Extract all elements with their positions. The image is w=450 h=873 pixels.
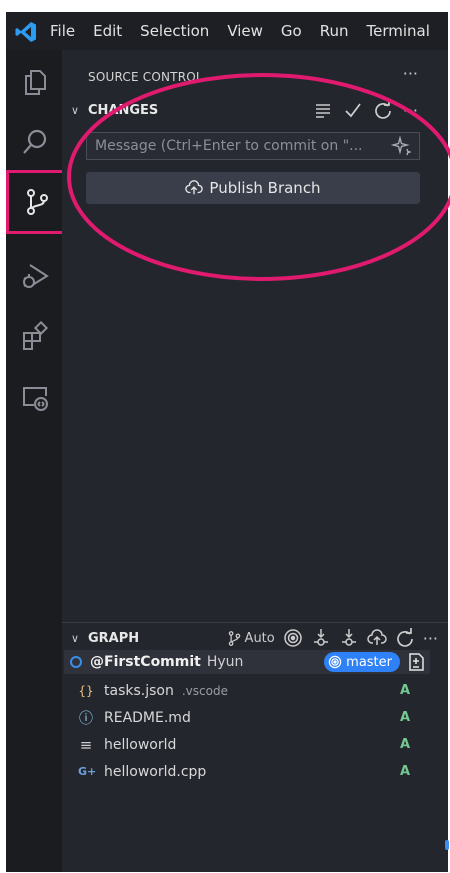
file-name: README.md [104, 710, 191, 726]
menu-run[interactable]: Run [320, 22, 349, 40]
refresh-icon[interactable] [395, 628, 415, 648]
publish-branch-button[interactable]: Publish Branch [86, 172, 420, 204]
text-file-icon: ≡ [79, 735, 93, 754]
info-file-icon: ⓘ [79, 710, 93, 727]
fetch-icon[interactable] [311, 628, 331, 648]
commit-message-input[interactable]: Message (Ctrl+Enter to commit on "... [86, 132, 420, 160]
file-status: A [399, 737, 410, 752]
remote-explorer-icon[interactable] [15, 378, 55, 418]
explorer-icon[interactable] [15, 62, 55, 102]
source-control-icon[interactable] [6, 170, 68, 234]
auto-branch-toggle[interactable]: Auto [226, 630, 275, 647]
graph-title: GRAPH [88, 630, 140, 646]
file-name: helloworld [104, 737, 176, 753]
title-bar: File Edit Selection View Go Run Terminal [6, 12, 448, 50]
commit-author: Hyun [206, 654, 244, 670]
menu-selection[interactable]: Selection [140, 22, 209, 40]
graph-file-row[interactable]: {} tasks.json .vscode A [62, 677, 428, 704]
graph-actions: Auto ··· [226, 626, 438, 650]
file-name: helloworld.cpp [104, 764, 206, 780]
vscode-window: File Edit Selection View Go Run Terminal [6, 12, 449, 872]
target-icon [328, 655, 342, 669]
file-name-text: helloworld.cpp [104, 763, 207, 780]
file-name: tasks.json .vscode [104, 683, 228, 699]
changes-title: CHANGES [88, 102, 159, 118]
sparkle-icon[interactable] [391, 136, 411, 156]
scrollbar-indicator[interactable] [445, 840, 449, 850]
cloud-upload-icon[interactable] [366, 628, 387, 648]
commit-message: @FirstCommit [90, 654, 201, 670]
menu-bar: File Edit Selection View Go Run Terminal [50, 12, 448, 50]
run-debug-icon[interactable] [15, 256, 55, 296]
graph-section-header[interactable]: ∨ GRAPH Auto ··· [62, 626, 448, 650]
changes-more-actions-icon[interactable]: ··· [403, 101, 418, 120]
file-name-text: README.md [104, 709, 191, 726]
target-icon[interactable] [283, 628, 303, 648]
branch-icon [228, 630, 240, 646]
file-status: A [399, 710, 410, 725]
source-control-panel: SOURCE CONTROL ··· ∨ CHANGES ··· Message… [62, 50, 448, 872]
graph-file-row[interactable]: G+ helloworld.cpp A [62, 758, 428, 785]
chevron-down-icon: ∨ [70, 631, 80, 645]
commit-row[interactable]: @FirstCommit Hyun master [64, 650, 430, 674]
commit-node-icon [70, 656, 82, 668]
commit-check-icon[interactable] [343, 100, 363, 120]
file-status: A [399, 683, 410, 698]
menu-view[interactable]: View [227, 22, 263, 40]
activity-bar [6, 50, 68, 872]
json-file-icon: {} [78, 683, 94, 698]
menu-edit[interactable]: Edit [93, 22, 122, 40]
graph-file-row[interactable]: ⓘ README.md A [62, 704, 428, 731]
chevron-down-icon: ∨ [70, 103, 80, 117]
file-name-text: helloworld [104, 736, 177, 753]
panel-title: SOURCE CONTROL [88, 70, 203, 84]
refresh-icon[interactable] [373, 100, 393, 120]
branch-badge[interactable]: master [324, 652, 400, 672]
cpp-file-icon: G+ [78, 765, 97, 778]
panel-more-actions-icon[interactable]: ··· [403, 64, 418, 83]
pull-icon[interactable] [339, 628, 359, 648]
file-status: A [399, 764, 410, 779]
file-name-text: tasks.json [104, 682, 174, 699]
menu-file[interactable]: File [50, 22, 75, 40]
cloud-upload-icon [185, 180, 204, 195]
publish-branch-label: Publish Branch [209, 179, 321, 197]
extensions-icon[interactable] [15, 316, 55, 356]
branch-name: master [346, 654, 392, 670]
file-dir: .vscode [181, 683, 228, 698]
view-as-list-icon[interactable] [313, 100, 333, 120]
commit-message-placeholder: Message (Ctrl+Enter to commit on "... [95, 138, 363, 154]
menu-terminal[interactable]: Terminal [367, 22, 430, 40]
menu-go[interactable]: Go [281, 22, 302, 40]
vscode-logo-icon [15, 22, 36, 42]
search-icon[interactable] [15, 122, 55, 162]
graph-divider [62, 622, 448, 623]
graph-more-actions-icon[interactable]: ··· [423, 629, 438, 648]
open-changes-icon[interactable] [406, 652, 426, 672]
graph-file-row[interactable]: ≡ helloworld A [62, 731, 428, 758]
changes-section-header[interactable]: ∨ CHANGES ··· [62, 98, 448, 122]
auto-label: Auto [244, 630, 275, 646]
changes-actions: ··· [313, 98, 418, 122]
